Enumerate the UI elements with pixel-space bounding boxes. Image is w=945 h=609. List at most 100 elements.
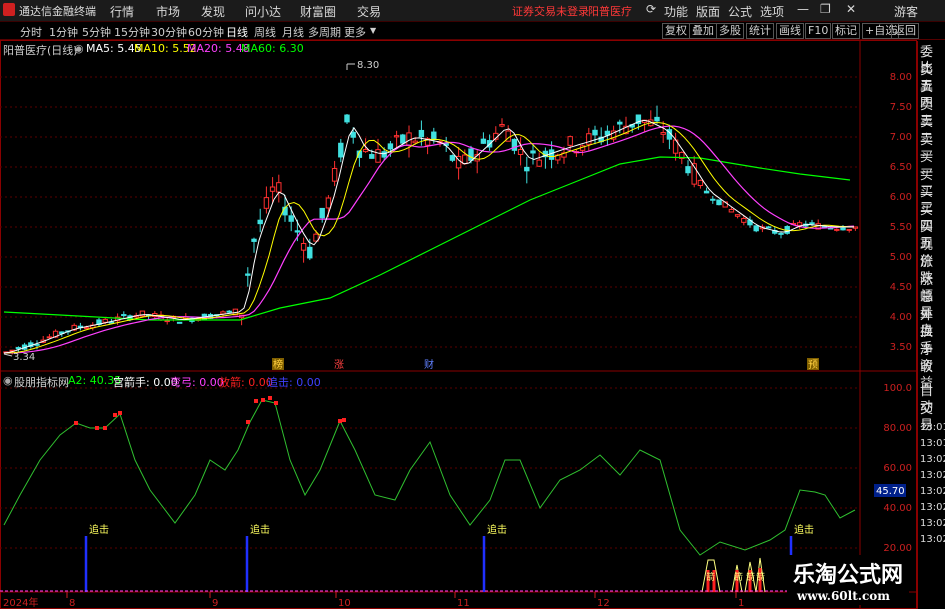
- candle-body: [499, 124, 505, 127]
- period-15min[interactable]: 15分钟: [114, 24, 150, 40]
- period-multi[interactable]: 多周期: [308, 24, 341, 40]
- time-tick: 1: [738, 598, 744, 609]
- period-30min[interactable]: 30分钟: [151, 24, 187, 40]
- period-fenshi[interactable]: 分时: [20, 24, 42, 40]
- overlay-button[interactable]: 叠加: [689, 23, 717, 39]
- candle-body: [654, 116, 660, 122]
- menu-jiaoyi[interactable]: 交易: [357, 3, 381, 20]
- candle-body: [796, 222, 803, 226]
- options-button[interactable]: 选项: [760, 3, 784, 20]
- period-more[interactable]: 更多: [344, 24, 366, 40]
- candle-body: [728, 209, 735, 213]
- candle-body: [809, 222, 815, 225]
- close-icon[interactable]: ✕: [846, 2, 856, 16]
- candle-body: [375, 149, 381, 163]
- candle-body: [406, 132, 412, 146]
- candle-body: [710, 198, 716, 201]
- price-tick: 8.00: [890, 72, 912, 83]
- mark-button[interactable]: 标记: [832, 23, 860, 39]
- indicator-name: 股朋指标网: [14, 376, 69, 389]
- sub-tick: 20.00: [883, 543, 912, 554]
- period-monthly[interactable]: 月线: [282, 24, 304, 40]
- stock-name-header: 阳普医疗: [588, 5, 632, 18]
- f10-button[interactable]: F10: [805, 23, 832, 39]
- title-bar: 通达信金融终端 行情 市场 发现 问小达 财富圈 交易 证券交易未登录 阳普医疗…: [0, 0, 945, 22]
- fang-jian-dot: [268, 396, 272, 400]
- fang-jian-dot: [113, 413, 117, 417]
- candle-body: [325, 197, 332, 209]
- side-time: 13:01: [920, 422, 945, 433]
- more-dropdown-icon[interactable]: ▼: [370, 26, 376, 35]
- menu-hangqing[interactable]: 行情: [110, 3, 134, 20]
- function-button[interactable]: 功能: [664, 3, 688, 20]
- period-weekly[interactable]: 周线: [254, 24, 276, 40]
- app-logo-icon: [3, 3, 15, 16]
- candle-body: [418, 129, 425, 138]
- menu-faxian[interactable]: 发现: [201, 3, 225, 20]
- candle-body: [331, 168, 338, 182]
- period-daily[interactable]: 日线: [226, 24, 248, 40]
- price-axis-labels: 8.00 7.50 7.00 6.50 6.00 5.50 5.00 4.50 …: [890, 72, 912, 353]
- formula-button[interactable]: 公式: [728, 3, 752, 20]
- candle-body: [567, 136, 573, 146]
- candle-body: [362, 149, 369, 153]
- current-value-label: 45.70: [876, 486, 905, 497]
- guest-button[interactable]: 游客: [894, 3, 918, 20]
- sub-legend-icon[interactable]: ◉: [3, 374, 13, 387]
- gongjianshou-value: 宫箭手: 0.00: [113, 376, 178, 389]
- app-title: 通达信金融终端: [19, 5, 96, 18]
- candle-body: [121, 314, 127, 317]
- low-price-label: 3.34: [13, 352, 35, 363]
- candle-body: [517, 148, 524, 155]
- minimize-icon[interactable]: —: [797, 2, 809, 16]
- refresh-icon[interactable]: ⟳: [646, 2, 656, 16]
- login-status[interactable]: 证券交易未登录: [512, 3, 589, 19]
- side-time: 13:02: [920, 454, 945, 465]
- price-tick: 7.00: [890, 132, 912, 143]
- candle-body: [319, 207, 325, 219]
- arrow-label: 箭: [746, 571, 755, 583]
- candle-body: [387, 143, 394, 150]
- sub-tick: 40.00: [883, 503, 912, 514]
- candle-body: [257, 219, 263, 225]
- wangong-value: 弯弓: 0.00: [170, 376, 224, 389]
- fang-jian-markers: [74, 396, 346, 430]
- multi-stock-button[interactable]: 多股: [716, 23, 744, 39]
- candle-body: [251, 238, 257, 242]
- candle-body: [300, 243, 307, 251]
- layout-button[interactable]: 版面: [696, 3, 720, 20]
- side-time: 13:02: [920, 470, 945, 481]
- chart-canvas[interactable]: 8.00 7.50 7.00 6.50 6.00 5.50 5.00 4.50 …: [0, 40, 917, 609]
- candle-body: [530, 150, 536, 154]
- stats-button[interactable]: 统计: [746, 23, 774, 39]
- sub-tick: 60.00: [883, 463, 912, 474]
- restore-icon[interactable]: ❐: [820, 2, 831, 16]
- menu-wenxiaoda[interactable]: 问小达: [245, 3, 281, 20]
- watermark-url: www.60lt.com: [797, 589, 890, 603]
- fuquan-button[interactable]: 复权: [662, 23, 690, 39]
- fang-jian-dot: [254, 399, 258, 403]
- price-tick: 6.50: [890, 162, 912, 173]
- candle-body: [245, 273, 251, 276]
- legend-toggle-icon[interactable]: ◉: [74, 42, 84, 55]
- event-bang-label: 榜: [273, 358, 283, 371]
- period-5min[interactable]: 5分钟: [82, 24, 111, 40]
- candle-body: [468, 148, 474, 161]
- candle-body: [288, 215, 294, 222]
- candle-body: [548, 149, 555, 160]
- fang-jian-dot: [103, 426, 107, 430]
- period-1min[interactable]: 1分钟: [49, 24, 78, 40]
- time-tick: 9: [212, 598, 218, 609]
- back-button[interactable]: 返回: [891, 23, 919, 39]
- event-yu-label: 预: [808, 359, 818, 371]
- candle-body: [741, 217, 747, 223]
- price-tick: 5.50: [890, 222, 912, 233]
- price-tick: 7.50: [890, 102, 912, 113]
- arrow-label: 箭: [734, 571, 743, 583]
- candle-body: [449, 155, 456, 161]
- draw-line-button[interactable]: 画线: [776, 23, 804, 39]
- period-60min[interactable]: 60分钟: [188, 24, 224, 40]
- candle-body: [412, 140, 418, 144]
- menu-shichang[interactable]: 市场: [156, 3, 180, 20]
- menu-caifuquan[interactable]: 财富圈: [300, 3, 336, 20]
